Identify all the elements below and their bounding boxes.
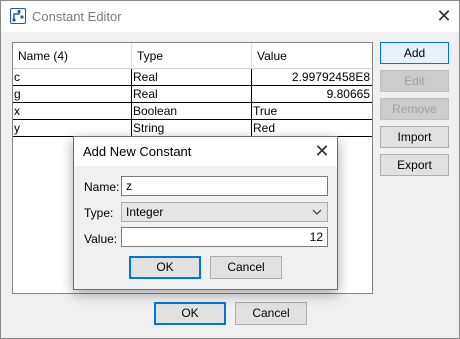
cell-type: Real	[132, 86, 252, 102]
cell-value: Red	[253, 121, 276, 135]
value-label: Value:	[84, 232, 118, 246]
cell-value: 9.80665	[326, 87, 370, 101]
edit-button[interactable]: Edit	[380, 70, 449, 92]
export-button[interactable]: Export	[380, 154, 449, 176]
type-select-value: Integer	[126, 205, 164, 219]
type-label: Type:	[84, 206, 114, 220]
cell-value: True	[253, 104, 278, 118]
window-title: Constant Editor	[32, 9, 122, 24]
ok-button[interactable]: OK	[154, 302, 226, 325]
cell-type: Boolean	[132, 103, 252, 119]
value-field[interactable]: 12	[121, 227, 328, 247]
close-icon[interactable]: ✕	[310, 139, 334, 163]
cell-name: x	[13, 103, 132, 119]
cell-name: g	[13, 86, 132, 102]
table-row[interactable]: g Real 9.80665	[13, 86, 372, 103]
import-button[interactable]: Import	[380, 126, 449, 148]
column-header-value[interactable]: Value	[252, 43, 372, 69]
cell-type: Real	[132, 69, 252, 85]
dialog-ok-button[interactable]: OK	[129, 256, 201, 279]
table-header: Name (4) Type Value	[13, 43, 372, 69]
constant-editor-icon	[10, 8, 26, 24]
name-label: Name:	[84, 180, 120, 194]
title-bar: Constant Editor ✕	[1, 1, 459, 32]
dialog-cancel-button[interactable]: Cancel	[210, 256, 282, 279]
remove-button[interactable]: Remove	[380, 98, 449, 120]
chevron-down-icon	[312, 203, 322, 221]
close-icon[interactable]: ✕	[431, 4, 457, 28]
add-button[interactable]: Add	[380, 42, 449, 64]
name-field[interactable]: z	[121, 176, 328, 196]
cell-type: String	[132, 120, 252, 136]
column-header-name[interactable]: Name (4)	[13, 43, 132, 69]
constant-editor-window: Constant Editor ✕ Name (4) Type Value c …	[0, 0, 460, 339]
type-select[interactable]: Integer	[121, 202, 328, 222]
dialog-title: Add New Constant	[83, 144, 192, 159]
column-header-type[interactable]: Type	[132, 43, 252, 69]
table-row[interactable]: y String Red	[13, 120, 372, 137]
cell-name: c	[13, 69, 132, 85]
table-row[interactable]: x Boolean True	[13, 103, 372, 120]
cell-value: 2.99792458E8	[291, 70, 370, 84]
add-constant-dialog: Add New Constant ✕ Name: z Type: Integer…	[73, 136, 338, 290]
table-row[interactable]: c Real 2.99792458E8	[13, 69, 372, 86]
cell-name: y	[13, 120, 132, 136]
dialog-title-bar: Add New Constant ✕	[74, 137, 337, 166]
cancel-button[interactable]: Cancel	[235, 302, 307, 325]
